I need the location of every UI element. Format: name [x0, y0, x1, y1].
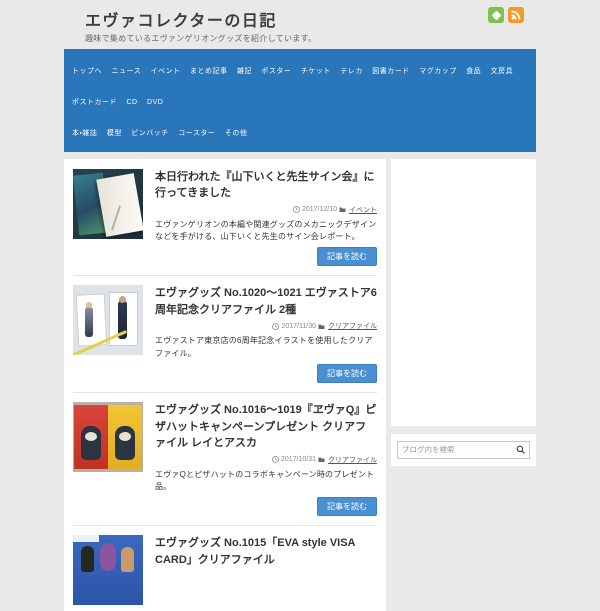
article-excerpt: エヴァQとピザハットのコラボキャンペーン時のプレゼント品。: [155, 469, 375, 492]
search-input[interactable]: [398, 445, 516, 455]
article-card: エヴァグッズ No.1016～1019『ヱヴァQ』ピザハットキャンペーンプレゼン…: [73, 402, 377, 527]
article-category-link[interactable]: クリアファイル: [328, 455, 377, 465]
article-thumbnail[interactable]: [73, 285, 143, 356]
nav-item-zakki[interactable]: 雑記: [237, 65, 252, 79]
nav-item-stationery[interactable]: 文房具: [491, 65, 514, 79]
nav-item-coaster[interactable]: コースター: [178, 127, 215, 141]
article-title[interactable]: 本日行われた『山下いくと先生サイン会』に行ってきました: [155, 169, 377, 202]
nav-item-mug[interactable]: マグカップ: [419, 65, 457, 79]
nav-item-postcard[interactable]: ポストカード: [72, 96, 117, 110]
article-date: 2017/10/31: [280, 456, 316, 464]
article-excerpt: エヴァストア東京店の6周年記念イラストを使用したクリアファイル。: [155, 336, 373, 358]
nav-item-dvd[interactable]: DVD: [147, 96, 163, 110]
nav-item-model[interactable]: 模型: [107, 127, 122, 141]
sidebar: [391, 158, 536, 466]
article-thumbnail[interactable]: [73, 535, 143, 606]
article-card: 本日行われた『山下いくと先生サイン会』に行ってきました 2017/12/10 イ…: [73, 168, 377, 277]
nav-item-poster[interactable]: ポスター: [261, 65, 291, 79]
read-more-button[interactable]: 記事を読む: [317, 247, 377, 267]
folder-icon: [339, 206, 346, 213]
search-button[interactable]: [516, 445, 529, 454]
nav-item-matome[interactable]: まとめ記事: [190, 65, 228, 79]
article-thumbnail[interactable]: [73, 168, 143, 239]
nav-item-pin-badge[interactable]: ピンバッチ: [131, 127, 169, 141]
nav-item-news[interactable]: ニュース: [111, 65, 141, 79]
article-title[interactable]: エヴァグッズ No.1020～1021 エヴァストア6周年記念クリアファイル 2…: [155, 285, 377, 318]
nav-item-ticket[interactable]: チケット: [301, 65, 331, 79]
sidebar-ad-placeholder: [391, 158, 536, 426]
article-card: エヴァグッズ No.1020～1021 エヴァストア6周年記念クリアファイル 2…: [73, 285, 377, 394]
article-title[interactable]: エヴァグッズ No.1016～1019『ヱヴァQ』ピザハットキャンペーンプレゼン…: [155, 402, 377, 452]
article-date: 2017/11/30: [281, 322, 316, 330]
clock-icon: [293, 206, 300, 213]
article-card: エヴァグッズ No.1015「EVA style VISA CARD」クリアファ…: [73, 535, 377, 606]
article-meta: 2017/12/10 イベント: [155, 205, 377, 215]
nav-item-other[interactable]: その他: [225, 127, 248, 141]
article-category-link[interactable]: イベント: [349, 205, 377, 215]
search-widget: [391, 433, 536, 466]
article-category-link[interactable]: クリアファイル: [328, 321, 377, 331]
site-description: 趣味で集めているエヴァンゲリオングッズを紹介しています。: [85, 34, 317, 43]
rss-icon[interactable]: [508, 7, 524, 23]
page-container: エヴァコレクターの日記 趣味で集めているエヴァンゲリオングッズを紹介しています。…: [64, 0, 536, 611]
article-meta: 2017/11/30 クリアファイル: [155, 321, 377, 331]
read-more-button[interactable]: 記事を読む: [317, 364, 377, 384]
nav-item-book-card[interactable]: 図書カード: [372, 65, 410, 79]
nav-item-event[interactable]: イベント: [151, 65, 181, 79]
article-excerpt: エヴァンゲリオンの本編や関連グッズのメカニックデザインなどを手がける、山下いくと…: [155, 219, 377, 241]
article-date: 2017/12/10: [301, 206, 337, 214]
folder-icon: [318, 456, 325, 463]
clock-icon: [272, 322, 280, 330]
nav-item-books-magazines[interactable]: 本・雑誌: [72, 127, 97, 141]
nav-item-cd[interactable]: CD: [126, 96, 137, 110]
folder-icon: [318, 323, 325, 330]
nav-item-telephone-card[interactable]: テレカ: [340, 65, 363, 79]
feedly-icon[interactable]: [488, 7, 504, 23]
search-icon: [516, 445, 525, 454]
read-more-button[interactable]: 記事を読む: [317, 497, 377, 517]
content-area: 本日行われた『山下いくと先生サイン会』に行ってきました 2017/12/10 イ…: [64, 158, 536, 611]
follow-icons: [488, 7, 524, 23]
nav-item-food[interactable]: 食品: [466, 65, 481, 79]
nav-item-top[interactable]: トップへ: [72, 65, 102, 79]
article-meta: 2017/10/31 クリアファイル: [155, 455, 377, 465]
article-thumbnail[interactable]: [73, 402, 143, 473]
site-title[interactable]: エヴァコレクターの日記: [85, 7, 536, 31]
article-title[interactable]: エヴァグッズ No.1015「EVA style VISA CARD」クリアファ…: [155, 535, 377, 568]
clock-icon: [272, 456, 279, 464]
site-header: エヴァコレクターの日記 趣味で集めているエヴァンゲリオングッズを紹介しています。: [64, 0, 536, 49]
main-nav: トップへ ニュース イベント まとめ記事 雑記 ポスター チケット テレカ 図書…: [64, 49, 536, 152]
article-list: 本日行われた『山下いくと先生サイン会』に行ってきました 2017/12/10 イ…: [64, 158, 386, 611]
